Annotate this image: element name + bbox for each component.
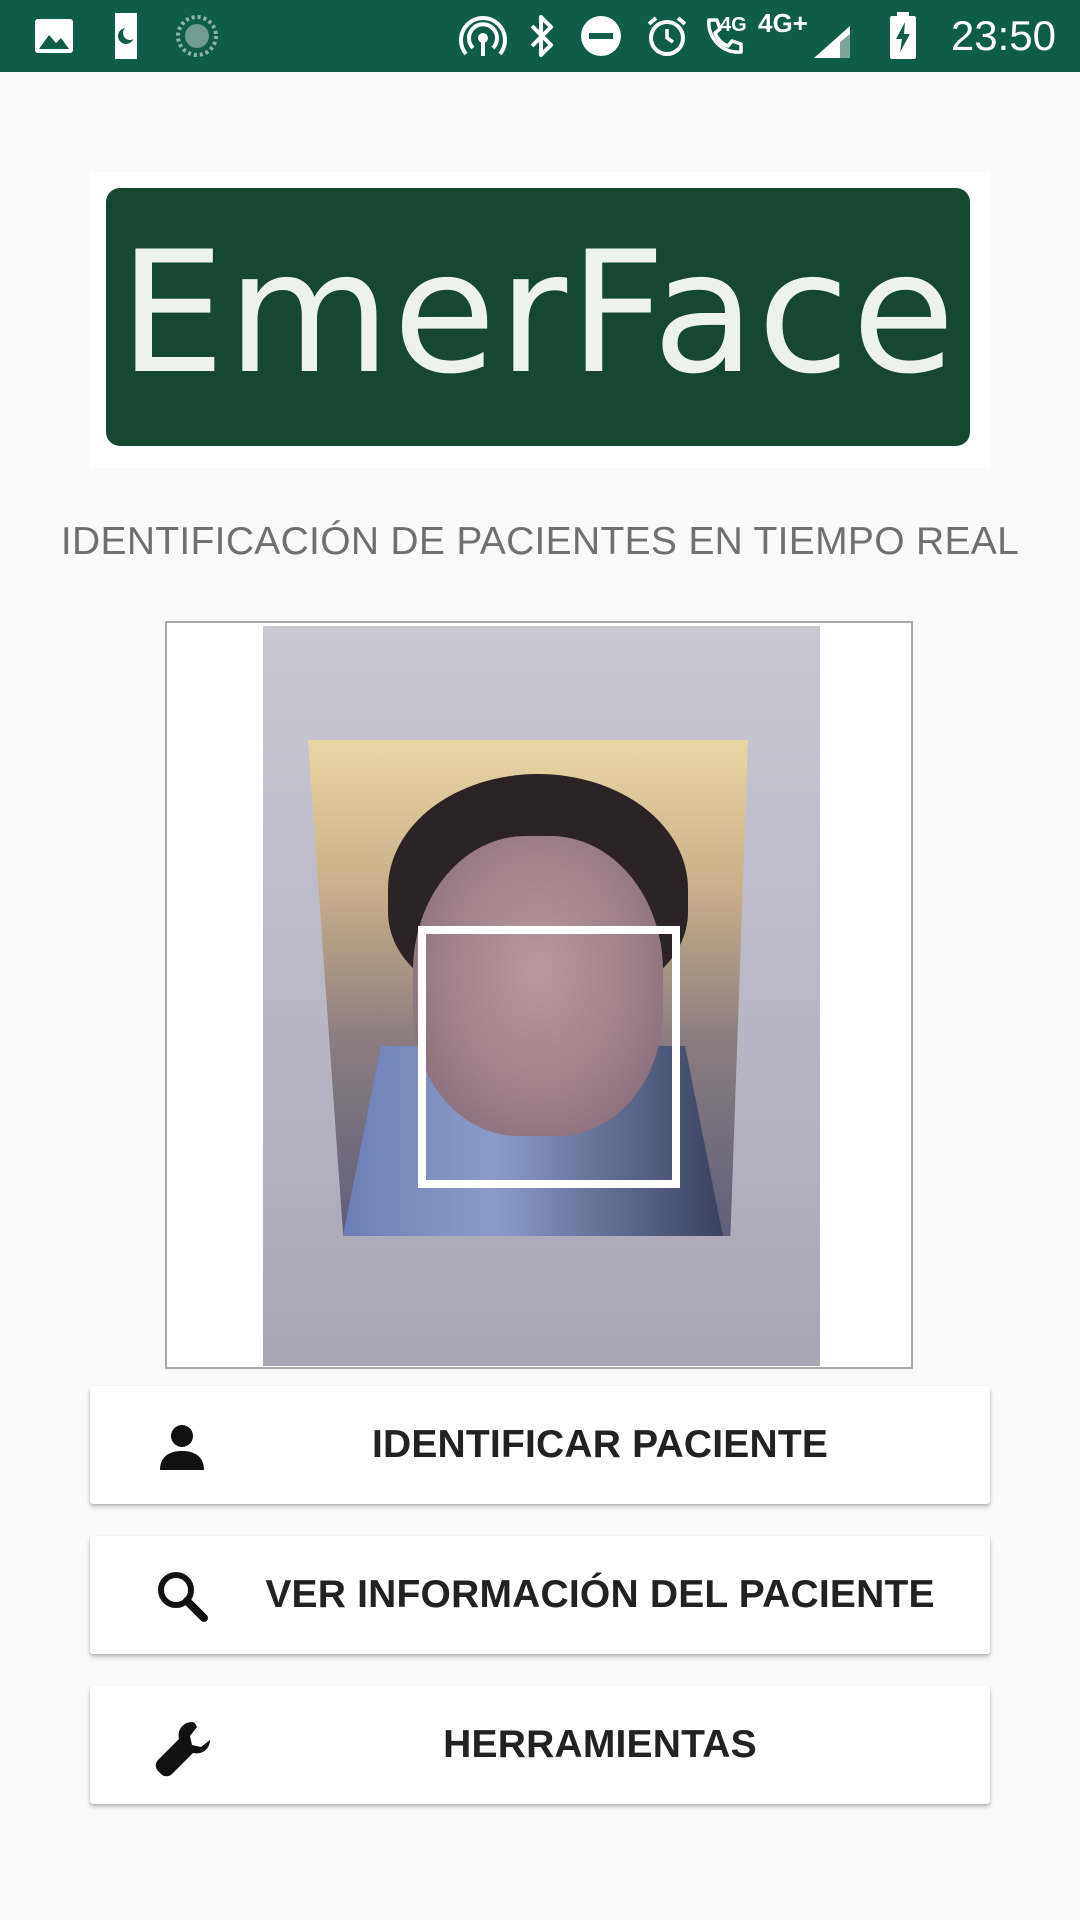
status-bar: 4G 4G+ 23:50 bbox=[0, 0, 1080, 72]
signal-icon bbox=[812, 20, 852, 64]
face-detection-box bbox=[418, 926, 680, 1188]
search-icon bbox=[152, 1566, 212, 1626]
identify-patient-label: IDENTIFICAR PACIENTE bbox=[371, 1423, 829, 1466]
page-subtitle: IDENTIFICACIÓN DE PACIENTES EN TIEMPO RE… bbox=[60, 520, 1020, 563]
gallery-icon bbox=[34, 14, 74, 58]
wrench-icon bbox=[152, 1716, 212, 1777]
bluetooth-icon bbox=[524, 14, 560, 58]
identify-patient-button[interactable]: IDENTIFICAR PACIENTE bbox=[90, 1386, 990, 1504]
loading-icon bbox=[175, 14, 219, 58]
tools-label: HERRAMIENTAS bbox=[443, 1723, 757, 1766]
do-not-disturb-icon bbox=[578, 14, 624, 58]
sim-moon-icon bbox=[110, 13, 142, 59]
camera-preview bbox=[165, 621, 913, 1369]
network-4g-label: 4G bbox=[720, 14, 747, 36]
network-4g-plus-label: 4G+ bbox=[758, 8, 808, 38]
camera-image bbox=[263, 626, 820, 1366]
view-patient-info-label: VER INFORMACIÓN DEL PACIENTE bbox=[265, 1573, 935, 1616]
app-logo-banner: EmerFace bbox=[106, 188, 970, 446]
app-logo: EmerFace bbox=[90, 172, 990, 468]
alarm-icon bbox=[644, 14, 690, 58]
person-icon bbox=[152, 1416, 212, 1476]
view-patient-info-button[interactable]: VER INFORMACIÓN DEL PACIENTE bbox=[90, 1536, 990, 1654]
status-time: 23:50 bbox=[950, 12, 1056, 59]
hotspot-icon bbox=[458, 14, 508, 58]
app-logo-text: EmerFace bbox=[118, 215, 958, 411]
battery-charging-icon bbox=[888, 12, 918, 59]
tools-button[interactable]: HERRAMIENTAS bbox=[90, 1686, 990, 1804]
